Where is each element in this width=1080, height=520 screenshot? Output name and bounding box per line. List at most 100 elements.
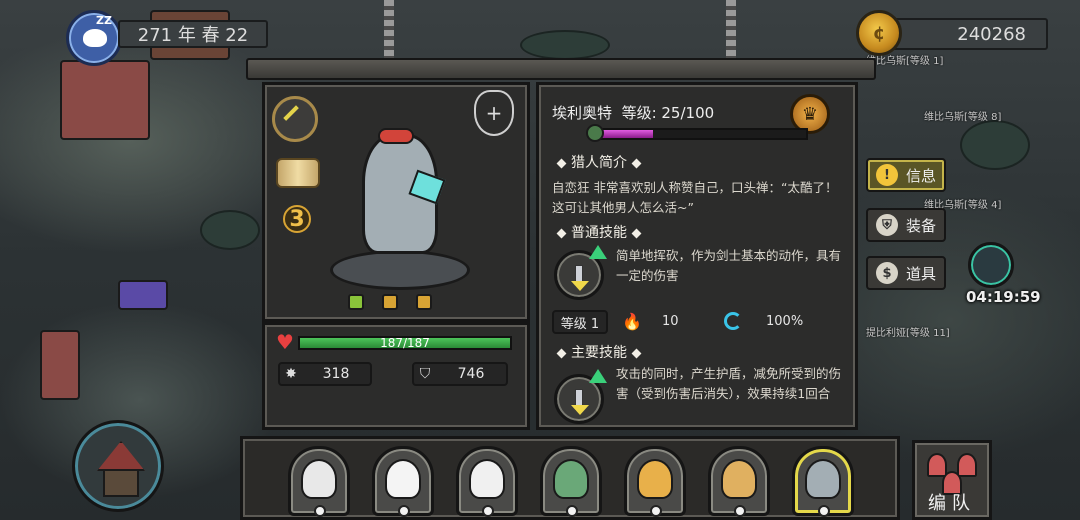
trait-badge-icon	[348, 294, 364, 310]
coin-counter: 240268	[880, 18, 1048, 50]
defense-stat: ⛉ 746	[412, 362, 508, 386]
role-dot-icon	[818, 505, 830, 517]
attack-stat: ✸ 318	[278, 362, 372, 386]
hero-name-level: 埃利奥特 等级: 25/100	[552, 102, 714, 123]
main-skill-text: 攻击的同时，产生护盾，减免所受到的伤害（受到伤害后消失），效果持续1回合	[616, 366, 842, 401]
crit-icon	[724, 312, 742, 330]
trait-badge-icon	[416, 294, 432, 310]
tab-info-label: 信息	[906, 166, 937, 185]
player-avatar[interactable]	[66, 10, 122, 66]
crocodile-portrait-icon	[553, 459, 589, 499]
xp-row	[586, 124, 808, 142]
map-tree	[200, 210, 260, 250]
normal-skill-icon[interactable]	[554, 245, 607, 300]
fire-icon: 🔥	[622, 312, 642, 331]
star-level-value: 3	[283, 205, 311, 233]
upgrade-arrow-icon	[589, 245, 607, 259]
map-label: 维比乌斯[等级 8]	[924, 112, 1002, 123]
sleep-indicator: ZZ	[96, 14, 112, 27]
role-dot-icon	[398, 505, 410, 517]
leopard-portrait-icon	[637, 459, 673, 499]
scroll-icon[interactable]	[276, 158, 320, 188]
bio-title: 猎人简介	[571, 155, 627, 171]
normal-skill-heading: 普通技能	[552, 222, 646, 242]
map-tree	[520, 30, 610, 60]
fire-value: 10	[662, 314, 679, 329]
eagle-portrait-icon	[301, 459, 337, 499]
team-member-icon	[927, 453, 947, 477]
hp-value: 187/187	[380, 336, 430, 350]
chain-decoration	[384, 0, 394, 58]
normal-skill-text: 简单地挥砍，作为剑士基本的动作，具有一定的伤害	[616, 248, 842, 283]
attack-value: 318	[322, 366, 350, 382]
main-skill-heading: 主要技能	[552, 342, 646, 362]
crit-value: 100%	[766, 314, 804, 329]
attack-icon: ✸	[285, 366, 297, 382]
chain-decoration	[726, 0, 736, 58]
tab-equipment-label: 装备	[906, 216, 937, 235]
map-building	[40, 330, 80, 400]
giraffe-portrait-icon	[721, 459, 757, 499]
roster-hero-elephant[interactable]	[792, 446, 854, 517]
roster-hero-polar-bear[interactable]	[372, 446, 434, 517]
role-dot-icon	[734, 505, 746, 517]
polar-bear-portrait-icon	[385, 459, 421, 499]
avatar-face-icon	[83, 29, 107, 47]
main-skill-title: 主要技能	[571, 345, 627, 361]
equipment-icon: ⛨	[876, 214, 898, 236]
tab-equipment[interactable]: ⛨ 装备	[866, 208, 946, 242]
roster-hero-white-hair[interactable]	[456, 446, 518, 517]
role-dot-icon	[566, 505, 578, 517]
roster-hero-giraffe[interactable]	[708, 446, 770, 517]
item-bag-icon: $	[876, 262, 898, 284]
roster-hero-leopard[interactable]	[624, 446, 686, 517]
role-dot-icon	[482, 505, 494, 517]
map-tree	[960, 120, 1030, 170]
panel-frame-top	[246, 58, 876, 80]
hero-figure	[330, 120, 470, 290]
event-timer: 04:19:59	[966, 288, 1041, 306]
team-formation-label: 编队	[928, 493, 976, 514]
event-emblem-icon[interactable]	[968, 242, 1014, 288]
bio-text: 自恋狂 非常喜欢别人称赞自己，口头禅：“太酷了！这可让其他男人怎么活~”	[552, 180, 838, 215]
roster-hero-crocodile[interactable]	[540, 446, 602, 517]
defense-value: 746	[457, 366, 485, 382]
heart-icon: ♥	[276, 330, 294, 354]
map-tent	[118, 280, 168, 310]
white-hair-portrait-icon	[469, 459, 505, 499]
star-level-badge: 3	[272, 204, 322, 234]
team-member-icon	[957, 453, 977, 477]
hero-name: 埃利奥特	[552, 104, 613, 122]
team-formation-button[interactable]: 编队	[912, 440, 992, 520]
rabbit-add-icon[interactable]: +	[474, 90, 514, 136]
xp-bar-fill	[602, 130, 653, 138]
trait-badges	[348, 294, 432, 310]
skill-level: 等级 1	[552, 310, 608, 334]
house-icon	[97, 441, 145, 471]
weapon-skill-icon[interactable]	[272, 96, 318, 142]
home-button[interactable]	[72, 420, 164, 512]
elephant-portrait-icon	[805, 459, 841, 499]
upgrade-arrow-icon	[589, 369, 607, 383]
tab-items[interactable]: $ 道具	[866, 256, 946, 290]
xp-badge-icon	[586, 124, 604, 142]
bio-heading: 猎人简介	[552, 152, 646, 172]
roster-hero-eagle[interactable]	[288, 446, 350, 517]
tab-items-label: 道具	[906, 264, 937, 283]
normal-skill-title: 普通技能	[571, 225, 627, 241]
map-label: 提比利娅[等级 11]	[866, 328, 950, 339]
game-date: 271 年 春 22	[118, 20, 268, 48]
tab-info[interactable]: ! 信息	[866, 158, 946, 192]
shield-icon: ⛉	[419, 366, 431, 382]
role-dot-icon	[314, 505, 326, 517]
info-icon: !	[876, 164, 898, 186]
xp-bar	[600, 128, 808, 140]
hp-row: ♥ 187/187	[276, 330, 512, 354]
skill-stats: 等级 1 🔥 10 100%	[552, 310, 842, 334]
map-building	[60, 60, 150, 140]
main-skill-icon[interactable]	[554, 369, 607, 424]
coin-icon: ¢	[856, 10, 902, 56]
trait-badge-icon	[382, 294, 398, 310]
role-dot-icon	[650, 505, 662, 517]
hero-level: 等级: 25/100	[621, 104, 715, 122]
